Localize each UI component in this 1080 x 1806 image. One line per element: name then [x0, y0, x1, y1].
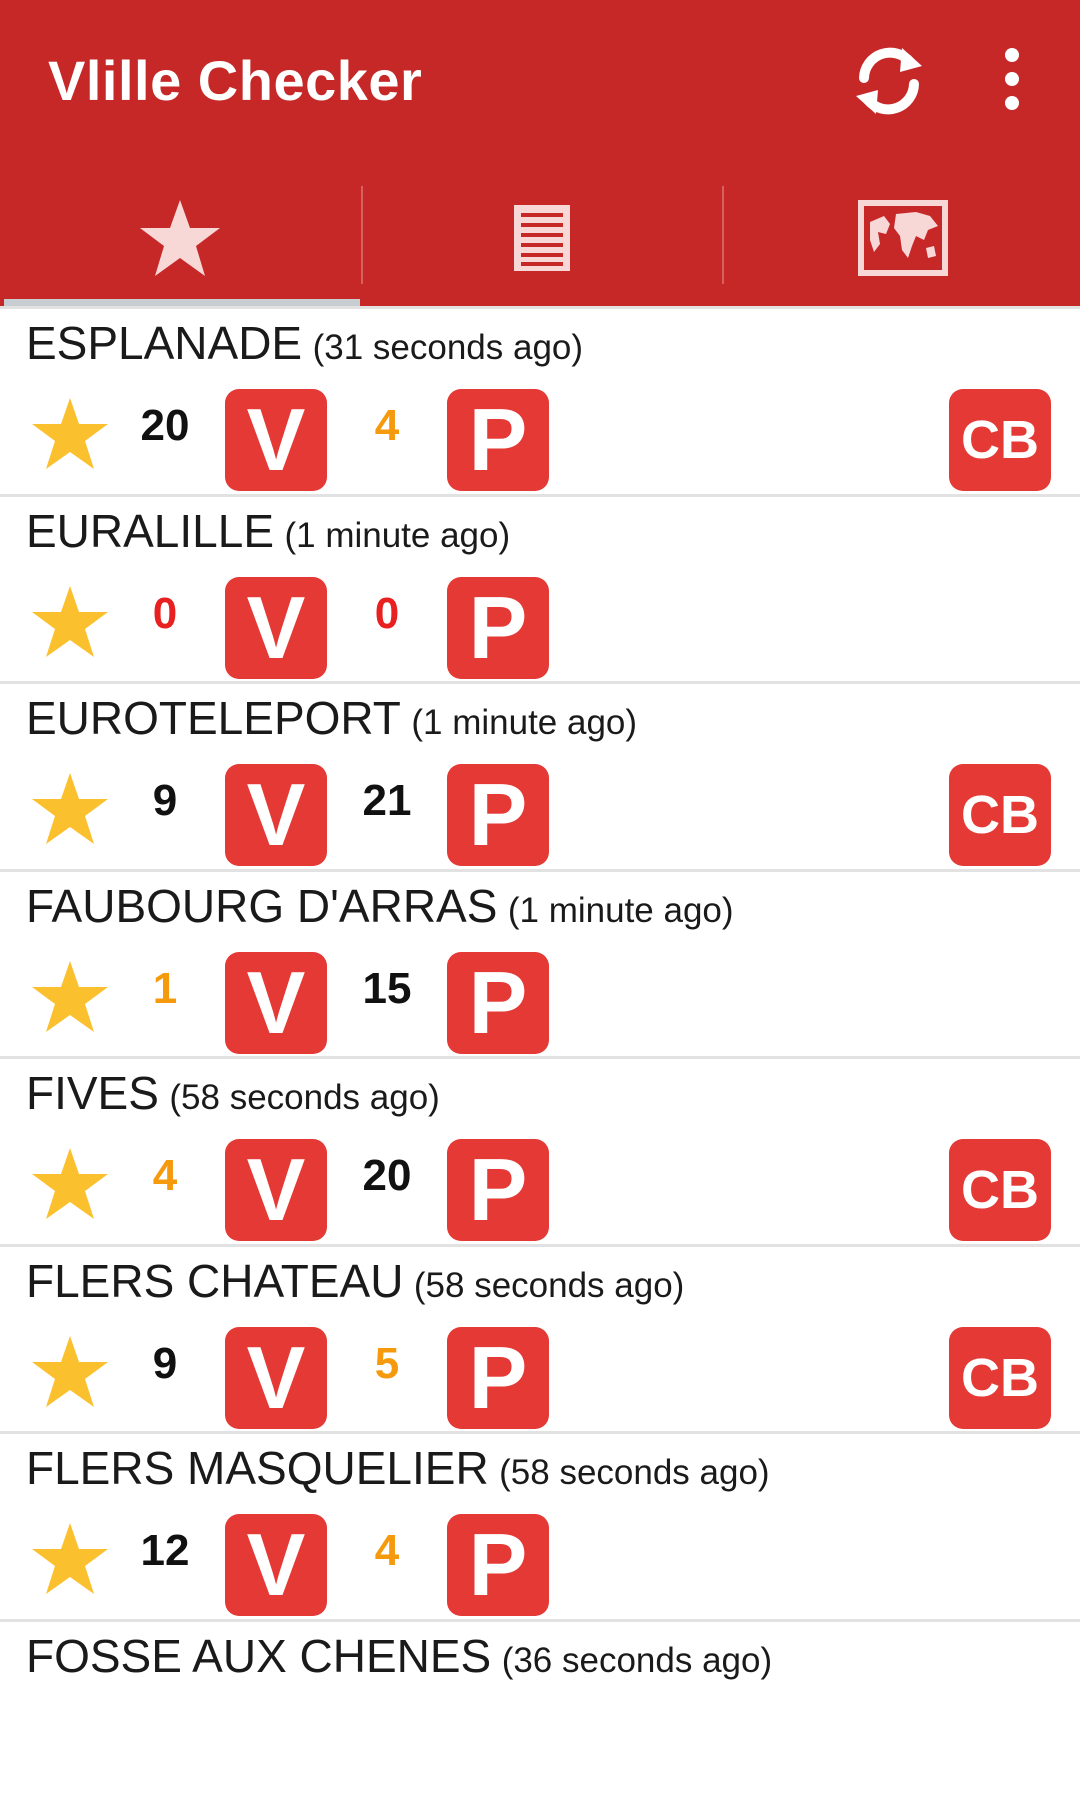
- station-row[interactable]: EUROTELEPORT (1 minute ago) 9 V 21 P CB: [0, 681, 1080, 869]
- tab-list[interactable]: [362, 170, 722, 306]
- places-badge: P: [447, 1514, 549, 1616]
- available-places-count: 5: [337, 1339, 437, 1389]
- app-bar: Vlille Checker: [0, 0, 1080, 306]
- row-divider: [0, 1244, 1080, 1247]
- station-name: EURALILLE: [26, 505, 274, 557]
- bikes-badge: V: [225, 764, 327, 866]
- places-badge: P: [447, 952, 549, 1054]
- station-name: FLERS CHATEAU: [26, 1255, 403, 1307]
- available-bikes-count: 1: [115, 964, 215, 1014]
- row-divider: [0, 1619, 1080, 1622]
- favorite-star-icon[interactable]: [30, 1521, 110, 1597]
- places-badge: P: [447, 1139, 549, 1241]
- station-updated-time: (1 minute ago): [411, 703, 637, 742]
- station-row[interactable]: FAUBOURG D'ARRAS (1 minute ago) 1 V 15 P: [0, 869, 1080, 1057]
- available-bikes-count: 4: [115, 1151, 215, 1201]
- available-bikes-count: 20: [115, 401, 215, 451]
- row-divider: [0, 1056, 1080, 1059]
- available-places-count: 4: [337, 1526, 437, 1576]
- available-places-count: 21: [337, 776, 437, 826]
- places-badge: P: [447, 1327, 549, 1429]
- station-name: FLERS MASQUELIER: [26, 1442, 489, 1494]
- credit-card-badge: CB: [949, 764, 1051, 866]
- row-divider: [0, 869, 1080, 872]
- tab-favorites[interactable]: [0, 170, 360, 306]
- overflow-menu-button[interactable]: [990, 48, 1034, 118]
- favorite-star-icon[interactable]: [30, 1146, 110, 1222]
- app-title: Vlille Checker: [48, 48, 422, 113]
- available-bikes-count: 9: [115, 1339, 215, 1389]
- station-updated-time: (1 minute ago): [508, 891, 734, 930]
- station-row[interactable]: FLERS MASQUELIER (58 seconds ago) 12 V 4…: [0, 1431, 1080, 1619]
- station-row[interactable]: FIVES (58 seconds ago) 4 V 20 P CB: [0, 1056, 1080, 1244]
- favorite-star-icon[interactable]: [30, 396, 110, 472]
- favorite-star-icon[interactable]: [30, 959, 110, 1035]
- station-updated-time: (58 seconds ago): [499, 1453, 769, 1492]
- tab-map[interactable]: [723, 170, 1080, 306]
- station-name: EUROTELEPORT: [26, 692, 401, 744]
- credit-card-badge: CB: [949, 1139, 1051, 1241]
- tab-selection-indicator: [4, 299, 360, 306]
- bikes-badge: V: [225, 1139, 327, 1241]
- favorite-star-icon[interactable]: [30, 1334, 110, 1410]
- list-icon: [513, 204, 571, 272]
- places-badge: P: [447, 577, 549, 679]
- station-updated-time: (58 seconds ago): [169, 1078, 439, 1117]
- station-updated-time: (36 seconds ago): [502, 1641, 772, 1680]
- available-places-count: 4: [337, 401, 437, 451]
- bikes-badge: V: [225, 952, 327, 1054]
- more-vertical-icon: [1005, 48, 1019, 62]
- station-row[interactable]: FLERS CHATEAU (58 seconds ago) 9 V 5 P C…: [0, 1244, 1080, 1432]
- available-bikes-count: 9: [115, 776, 215, 826]
- bikes-badge: V: [225, 577, 327, 679]
- places-badge: P: [447, 764, 549, 866]
- station-name: ESPLANADE: [26, 317, 302, 369]
- station-updated-time: (1 minute ago): [284, 516, 510, 555]
- map-icon: [858, 200, 948, 276]
- bikes-badge: V: [225, 1327, 327, 1429]
- station-name: FAUBOURG D'ARRAS: [26, 880, 497, 932]
- row-divider: [0, 494, 1080, 497]
- row-divider: [0, 1431, 1080, 1434]
- refresh-icon: [850, 38, 928, 124]
- station-updated-time: (31 seconds ago): [313, 328, 583, 367]
- station-name: FIVES: [26, 1067, 159, 1119]
- credit-card-badge: CB: [949, 1327, 1051, 1429]
- available-bikes-count: 12: [115, 1526, 215, 1576]
- available-places-count: 20: [337, 1151, 437, 1201]
- bikes-badge: V: [225, 1514, 327, 1616]
- available-bikes-count: 0: [115, 589, 215, 639]
- station-updated-time: (58 seconds ago): [414, 1266, 684, 1305]
- station-list[interactable]: ESPLANADE (31 seconds ago) 20 V 4 P CB E…: [0, 306, 1080, 1806]
- available-places-count: 0: [337, 589, 437, 639]
- station-name: FOSSE AUX CHENES: [26, 1630, 491, 1682]
- favorite-star-icon[interactable]: [30, 771, 110, 847]
- station-row[interactable]: FOSSE AUX CHENES (36 seconds ago): [0, 1619, 1080, 1806]
- row-divider: [0, 681, 1080, 684]
- star-icon: [138, 198, 222, 278]
- station-row[interactable]: EURALILLE (1 minute ago) 0 V 0 P: [0, 494, 1080, 682]
- available-places-count: 15: [337, 964, 437, 1014]
- places-badge: P: [447, 389, 549, 491]
- row-divider: [0, 306, 1080, 309]
- bikes-badge: V: [225, 389, 327, 491]
- refresh-button[interactable]: [850, 38, 928, 124]
- favorite-star-icon[interactable]: [30, 584, 110, 660]
- credit-card-badge: CB: [949, 389, 1051, 491]
- station-row[interactable]: ESPLANADE (31 seconds ago) 20 V 4 P CB: [0, 306, 1080, 494]
